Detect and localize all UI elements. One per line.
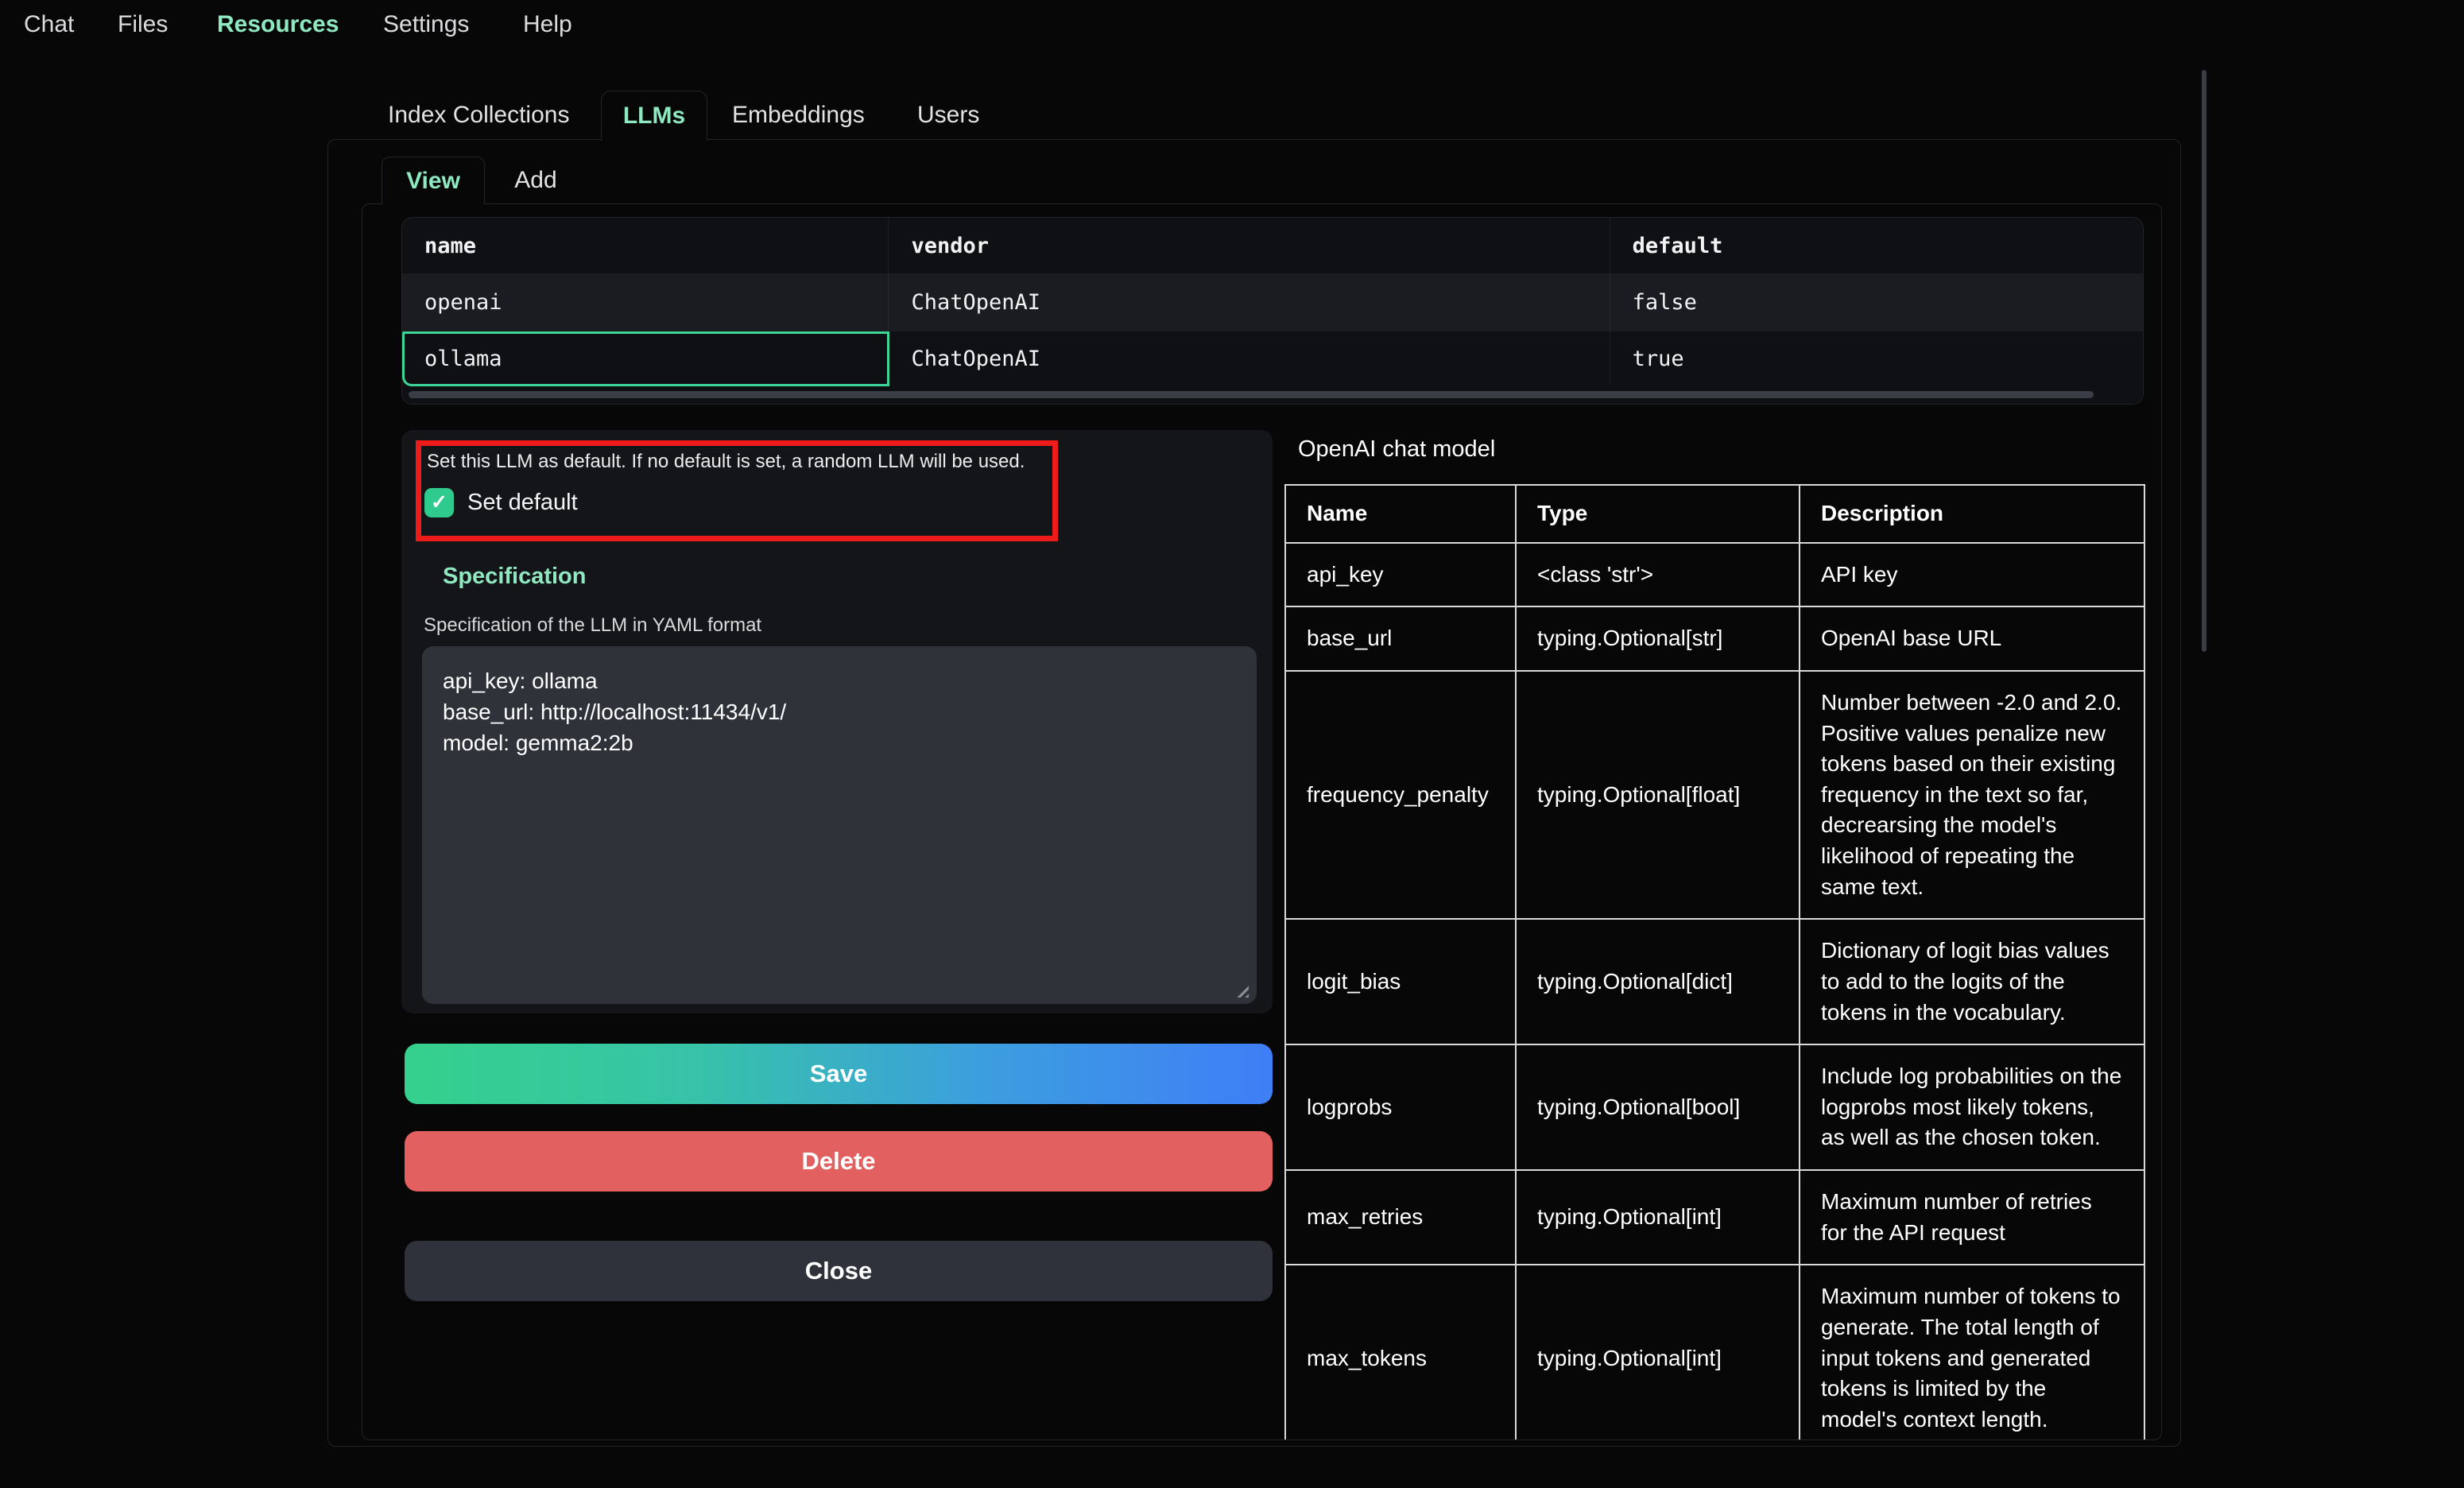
llm-column-header-vendor: vendor (889, 218, 1610, 273)
param-type: typing.Optional[float] (1516, 671, 1800, 919)
tab-llms-label: LLMs (623, 103, 685, 130)
llm-column-header-name: name (402, 218, 889, 273)
param-type: <class 'str'> (1516, 543, 1800, 607)
save-button[interactable]: Save (405, 1044, 1273, 1104)
llms-view-panel: name vendor default openai ChatOpenAI fa… (362, 203, 2162, 1440)
table-row: max_tokens typing.Optional[int] Maximum … (1285, 1265, 2144, 1440)
set-default-note: Set this LLM as default. If no default i… (427, 451, 1031, 473)
specification-sublabel: Specification of the LLM in YAML format (424, 614, 761, 637)
table-row: logit_bias typing.Optional[dict] Diction… (1285, 919, 2144, 1044)
param-type: typing.Optional[int] (1516, 1170, 1800, 1265)
model-params-table: Name Type Description api_key <class 'st… (1284, 484, 2145, 1440)
delete-button[interactable]: Delete (405, 1131, 1273, 1192)
param-name: api_key (1285, 543, 1516, 607)
llm-row-ollama-default[interactable]: true (1610, 331, 2143, 386)
param-description: Dictionary of logit bias values to add t… (1800, 919, 2144, 1044)
param-name: logprobs (1285, 1044, 1516, 1170)
nav-item-files[interactable]: Files (118, 11, 168, 38)
param-type: typing.Optional[str] (1516, 606, 1800, 671)
specification-heading: Specification (443, 564, 587, 590)
param-name: max_retries (1285, 1170, 1516, 1265)
nav-item-help[interactable]: Help (523, 11, 572, 38)
llm-row-openai-vendor[interactable]: ChatOpenAI (889, 273, 1610, 331)
nav-item-resources[interactable]: Resources (217, 11, 339, 38)
params-column-name: Name (1285, 485, 1516, 543)
params-header-row: Name Type Description (1285, 485, 2144, 543)
param-name: base_url (1285, 606, 1516, 671)
table-row-selected[interactable]: ollama ChatOpenAI true (402, 331, 2143, 386)
tab-view[interactable]: View (382, 157, 485, 204)
llm-table-header-row: name vendor default (402, 218, 2143, 273)
llm-list-table: name vendor default openai ChatOpenAI fa… (401, 217, 2144, 405)
close-button[interactable]: Close (405, 1241, 1273, 1301)
nav-item-chat[interactable]: Chat (24, 11, 74, 38)
vertical-scrollbar-thumb[interactable] (2202, 70, 2206, 652)
set-default-checkbox[interactable]: ✓ (424, 488, 454, 517)
param-description: OpenAI base URL (1800, 606, 2144, 671)
param-description: API key (1800, 543, 2144, 607)
llm-row-ollama-vendor[interactable]: ChatOpenAI (889, 331, 1610, 386)
param-type: typing.Optional[int] (1516, 1265, 1800, 1440)
params-column-type: Type (1516, 485, 1800, 543)
tab-add-label: Add (514, 167, 556, 194)
params-panel-title: OpenAI chat model (1298, 436, 1495, 463)
param-description: Number between -2.0 and 2.0. Positive va… (1800, 671, 2144, 919)
llm-row-ollama-name[interactable]: ollama (402, 331, 889, 386)
table-row: frequency_penalty typing.Optional[float]… (1285, 671, 2144, 919)
nav-item-settings[interactable]: Settings (383, 11, 469, 38)
llm-detail-form: Set this LLM as default. If no default i… (401, 430, 1273, 1013)
param-name: logit_bias (1285, 919, 1516, 1044)
tab-index-collections[interactable]: Index Collections (388, 91, 569, 140)
param-type: typing.Optional[dict] (1516, 919, 1800, 1044)
set-default-row: ✓ Set default (424, 487, 578, 517)
checkmark-icon: ✓ (431, 490, 447, 514)
param-name: max_tokens (1285, 1265, 1516, 1440)
param-name: frequency_penalty (1285, 671, 1516, 919)
yaml-spec-textarea[interactable]: api_key: ollama base_url: http://localho… (422, 646, 1257, 1004)
table-row[interactable]: openai ChatOpenAI false (402, 273, 2143, 331)
params-column-description: Description (1800, 485, 2144, 543)
param-description: Maximum number of retries for the API re… (1800, 1170, 2144, 1265)
table-row: api_key <class 'str'> API key (1285, 543, 2144, 607)
tab-llms[interactable]: LLMs (601, 91, 707, 141)
llm-row-openai-default[interactable]: false (1610, 273, 2143, 331)
tab-users[interactable]: Users (917, 91, 979, 140)
param-description: Include log probabilities on the logprob… (1800, 1044, 2144, 1170)
table-row: base_url typing.Optional[str] OpenAI bas… (1285, 606, 2144, 671)
param-type: typing.Optional[bool] (1516, 1044, 1800, 1170)
horizontal-scrollbar-thumb[interactable] (409, 391, 2094, 398)
tab-add[interactable]: Add (488, 157, 583, 204)
table-row: logprobs typing.Optional[bool] Include l… (1285, 1044, 2144, 1170)
top-navigation: Chat Files Resources Settings Help (0, 0, 2464, 49)
tab-embeddings[interactable]: Embeddings (732, 91, 865, 140)
llm-row-openai-name[interactable]: openai (402, 273, 889, 331)
tab-view-label: View (406, 168, 460, 195)
table-row: max_retries typing.Optional[int] Maximum… (1285, 1170, 2144, 1265)
llm-column-header-default: default (1610, 218, 2143, 273)
param-description: Maximum number of tokens to generate. Th… (1800, 1265, 2144, 1440)
set-default-label: Set default (467, 490, 578, 516)
